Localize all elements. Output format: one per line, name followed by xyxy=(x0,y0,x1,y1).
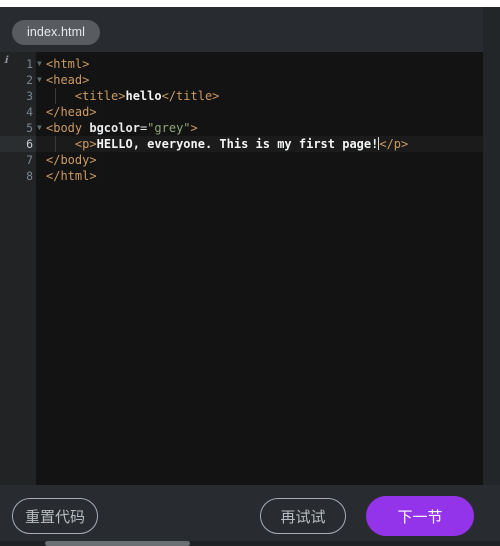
gutter-line-1: 1 ▼ xyxy=(0,56,42,72)
body-open-tag-close: > xyxy=(190,121,198,135)
line-number: 5 xyxy=(26,121,33,135)
body-open-tag: <body xyxy=(46,121,90,135)
p-close-tag: </p> xyxy=(379,137,409,151)
editor-tabbar: index.html xyxy=(0,7,483,52)
head-close-tag: </head> xyxy=(46,105,97,119)
indent-guide xyxy=(55,88,56,104)
gutter-line-5: 5 ▼ xyxy=(0,120,42,136)
gutter-line-2: 2 ▼ xyxy=(0,72,42,88)
reset-code-button[interactable]: 重置代码 xyxy=(12,498,98,534)
code-line-5[interactable]: <body bgcolor="grey"> xyxy=(36,120,483,136)
code-line-8[interactable]: </html> xyxy=(36,168,483,184)
tab-index-html[interactable]: index.html xyxy=(12,20,100,45)
code-line-1[interactable]: <html> xyxy=(36,56,483,72)
gutter-line-3: 3 xyxy=(0,88,36,104)
code-line-2[interactable]: <head> xyxy=(36,72,483,88)
line-number: 4 xyxy=(26,105,33,119)
code-area[interactable]: ℹ 1 ▼ 2 ▼ 3 4 5 ▼ 6 7 8 <html> <head> <t… xyxy=(0,52,483,485)
lesson-screen: index.html ℹ 1 ▼ 2 ▼ 3 4 5 ▼ 6 7 8 <html… xyxy=(0,0,500,546)
indent-guide xyxy=(55,136,56,152)
next-lesson-button[interactable]: 下一节 xyxy=(366,496,474,536)
gutter-line-6-active: 6 xyxy=(0,136,36,152)
code-lines[interactable]: <html> <head> <title>hello</title> </hea… xyxy=(36,52,483,485)
code-line-7[interactable]: </body> xyxy=(36,152,483,168)
line-number: 1 xyxy=(26,57,33,71)
right-rail xyxy=(483,7,500,485)
top-strip xyxy=(0,0,500,7)
line-number-gutter: ℹ 1 ▼ 2 ▼ 3 4 5 ▼ 6 7 8 xyxy=(0,52,42,485)
html-open-tag: <html> xyxy=(46,57,90,71)
line-number: 6 xyxy=(26,137,33,151)
code-line-4[interactable]: </head> xyxy=(36,104,483,120)
code-line-6-active[interactable]: <p>HELLO, everyone. This is my first pag… xyxy=(36,136,483,152)
retry-button[interactable]: 再试试 xyxy=(260,498,346,534)
html-close-tag: </html> xyxy=(46,169,97,183)
head-open-tag: <head> xyxy=(46,73,90,87)
code-editor-panel: index.html ℹ 1 ▼ 2 ▼ 3 4 5 ▼ 6 7 8 <html… xyxy=(0,7,483,485)
title-open-tag: <title> xyxy=(74,89,126,103)
code-line-3[interactable]: <title>hello</title> xyxy=(36,88,483,104)
line-number: 8 xyxy=(26,169,33,183)
line-number: 3 xyxy=(26,89,33,103)
title-close-tag: </title> xyxy=(161,89,220,103)
gutter-line-4: 4 xyxy=(0,104,36,120)
bgcolor-value: "grey" xyxy=(147,121,191,135)
p-open-tag: <p> xyxy=(74,137,97,151)
body-close-tag: </body> xyxy=(46,153,97,167)
bgcolor-attribute: bgcolor xyxy=(89,121,140,135)
gutter-line-8: 8 xyxy=(0,168,36,184)
line-number: 7 xyxy=(26,153,33,167)
paragraph-text: HELLO, everyone. This is my first page! xyxy=(96,137,379,151)
horizontal-scrollbar-thumb[interactable] xyxy=(45,541,190,546)
title-text: hello xyxy=(125,89,162,103)
line-number: 2 xyxy=(26,73,33,87)
gutter-line-7: 7 xyxy=(0,152,36,168)
